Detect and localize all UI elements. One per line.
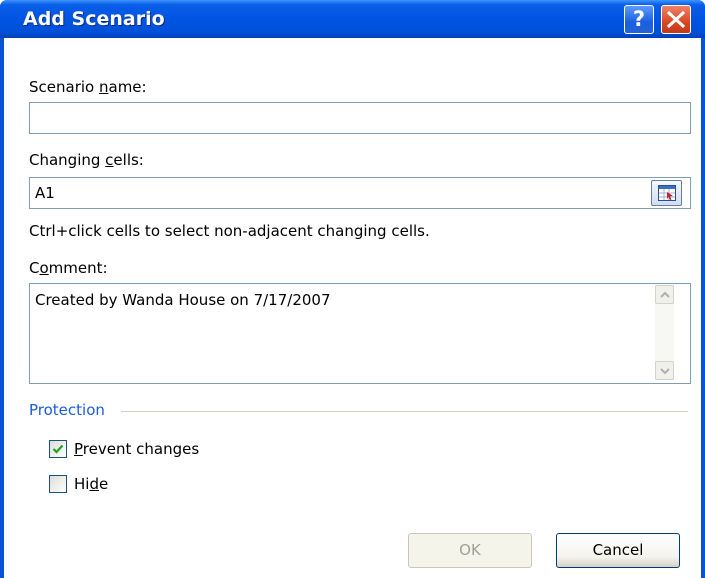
hide-label[interactable]: Hide xyxy=(74,475,108,493)
checkmark-icon xyxy=(52,444,64,454)
hide-checkbox[interactable] xyxy=(49,475,67,493)
comment-scrollbar[interactable] xyxy=(655,285,674,380)
chevron-up-icon xyxy=(660,291,670,298)
collapse-dialog-button[interactable] xyxy=(651,180,682,206)
cancel-button[interactable]: Cancel xyxy=(556,533,680,568)
close-button[interactable] xyxy=(661,5,691,34)
protection-group-heading: Protection xyxy=(29,401,105,419)
changing-cells-input[interactable]: A1 xyxy=(29,177,691,209)
changing-cells-label: Changing cells: xyxy=(29,151,144,169)
title-bar[interactable]: Add Scenario ? xyxy=(0,0,705,38)
scenario-name-input[interactable] xyxy=(29,102,691,134)
scenario-name-label: Scenario name: xyxy=(29,78,147,96)
prevent-changes-checkbox[interactable] xyxy=(49,440,67,458)
help-icon: ? xyxy=(632,7,646,31)
add-scenario-dialog: Add Scenario ? Scenario name: Changing c… xyxy=(0,0,705,578)
close-icon xyxy=(667,11,685,28)
protection-divider xyxy=(121,411,688,412)
scroll-up-button[interactable] xyxy=(655,285,674,304)
dialog-body: Scenario name: Changing cells: A1 Ctrl+c… xyxy=(4,38,701,578)
collapse-dialog-icon xyxy=(658,185,676,201)
comment-textarea[interactable]: Created by Wanda House on 7/17/2007 xyxy=(29,283,691,384)
scroll-down-button[interactable] xyxy=(655,361,674,380)
help-button[interactable]: ? xyxy=(624,5,654,34)
ok-button[interactable]: OK xyxy=(408,533,532,568)
dialog-title: Add Scenario xyxy=(23,8,165,30)
chevron-down-icon xyxy=(660,368,670,375)
comment-label: Comment: xyxy=(29,259,108,277)
changing-cells-hint: Ctrl+click cells to select non-adjacent … xyxy=(29,222,430,240)
comment-text: Created by Wanda House on 7/17/2007 xyxy=(35,291,331,309)
prevent-changes-label[interactable]: Prevent changes xyxy=(74,440,199,458)
